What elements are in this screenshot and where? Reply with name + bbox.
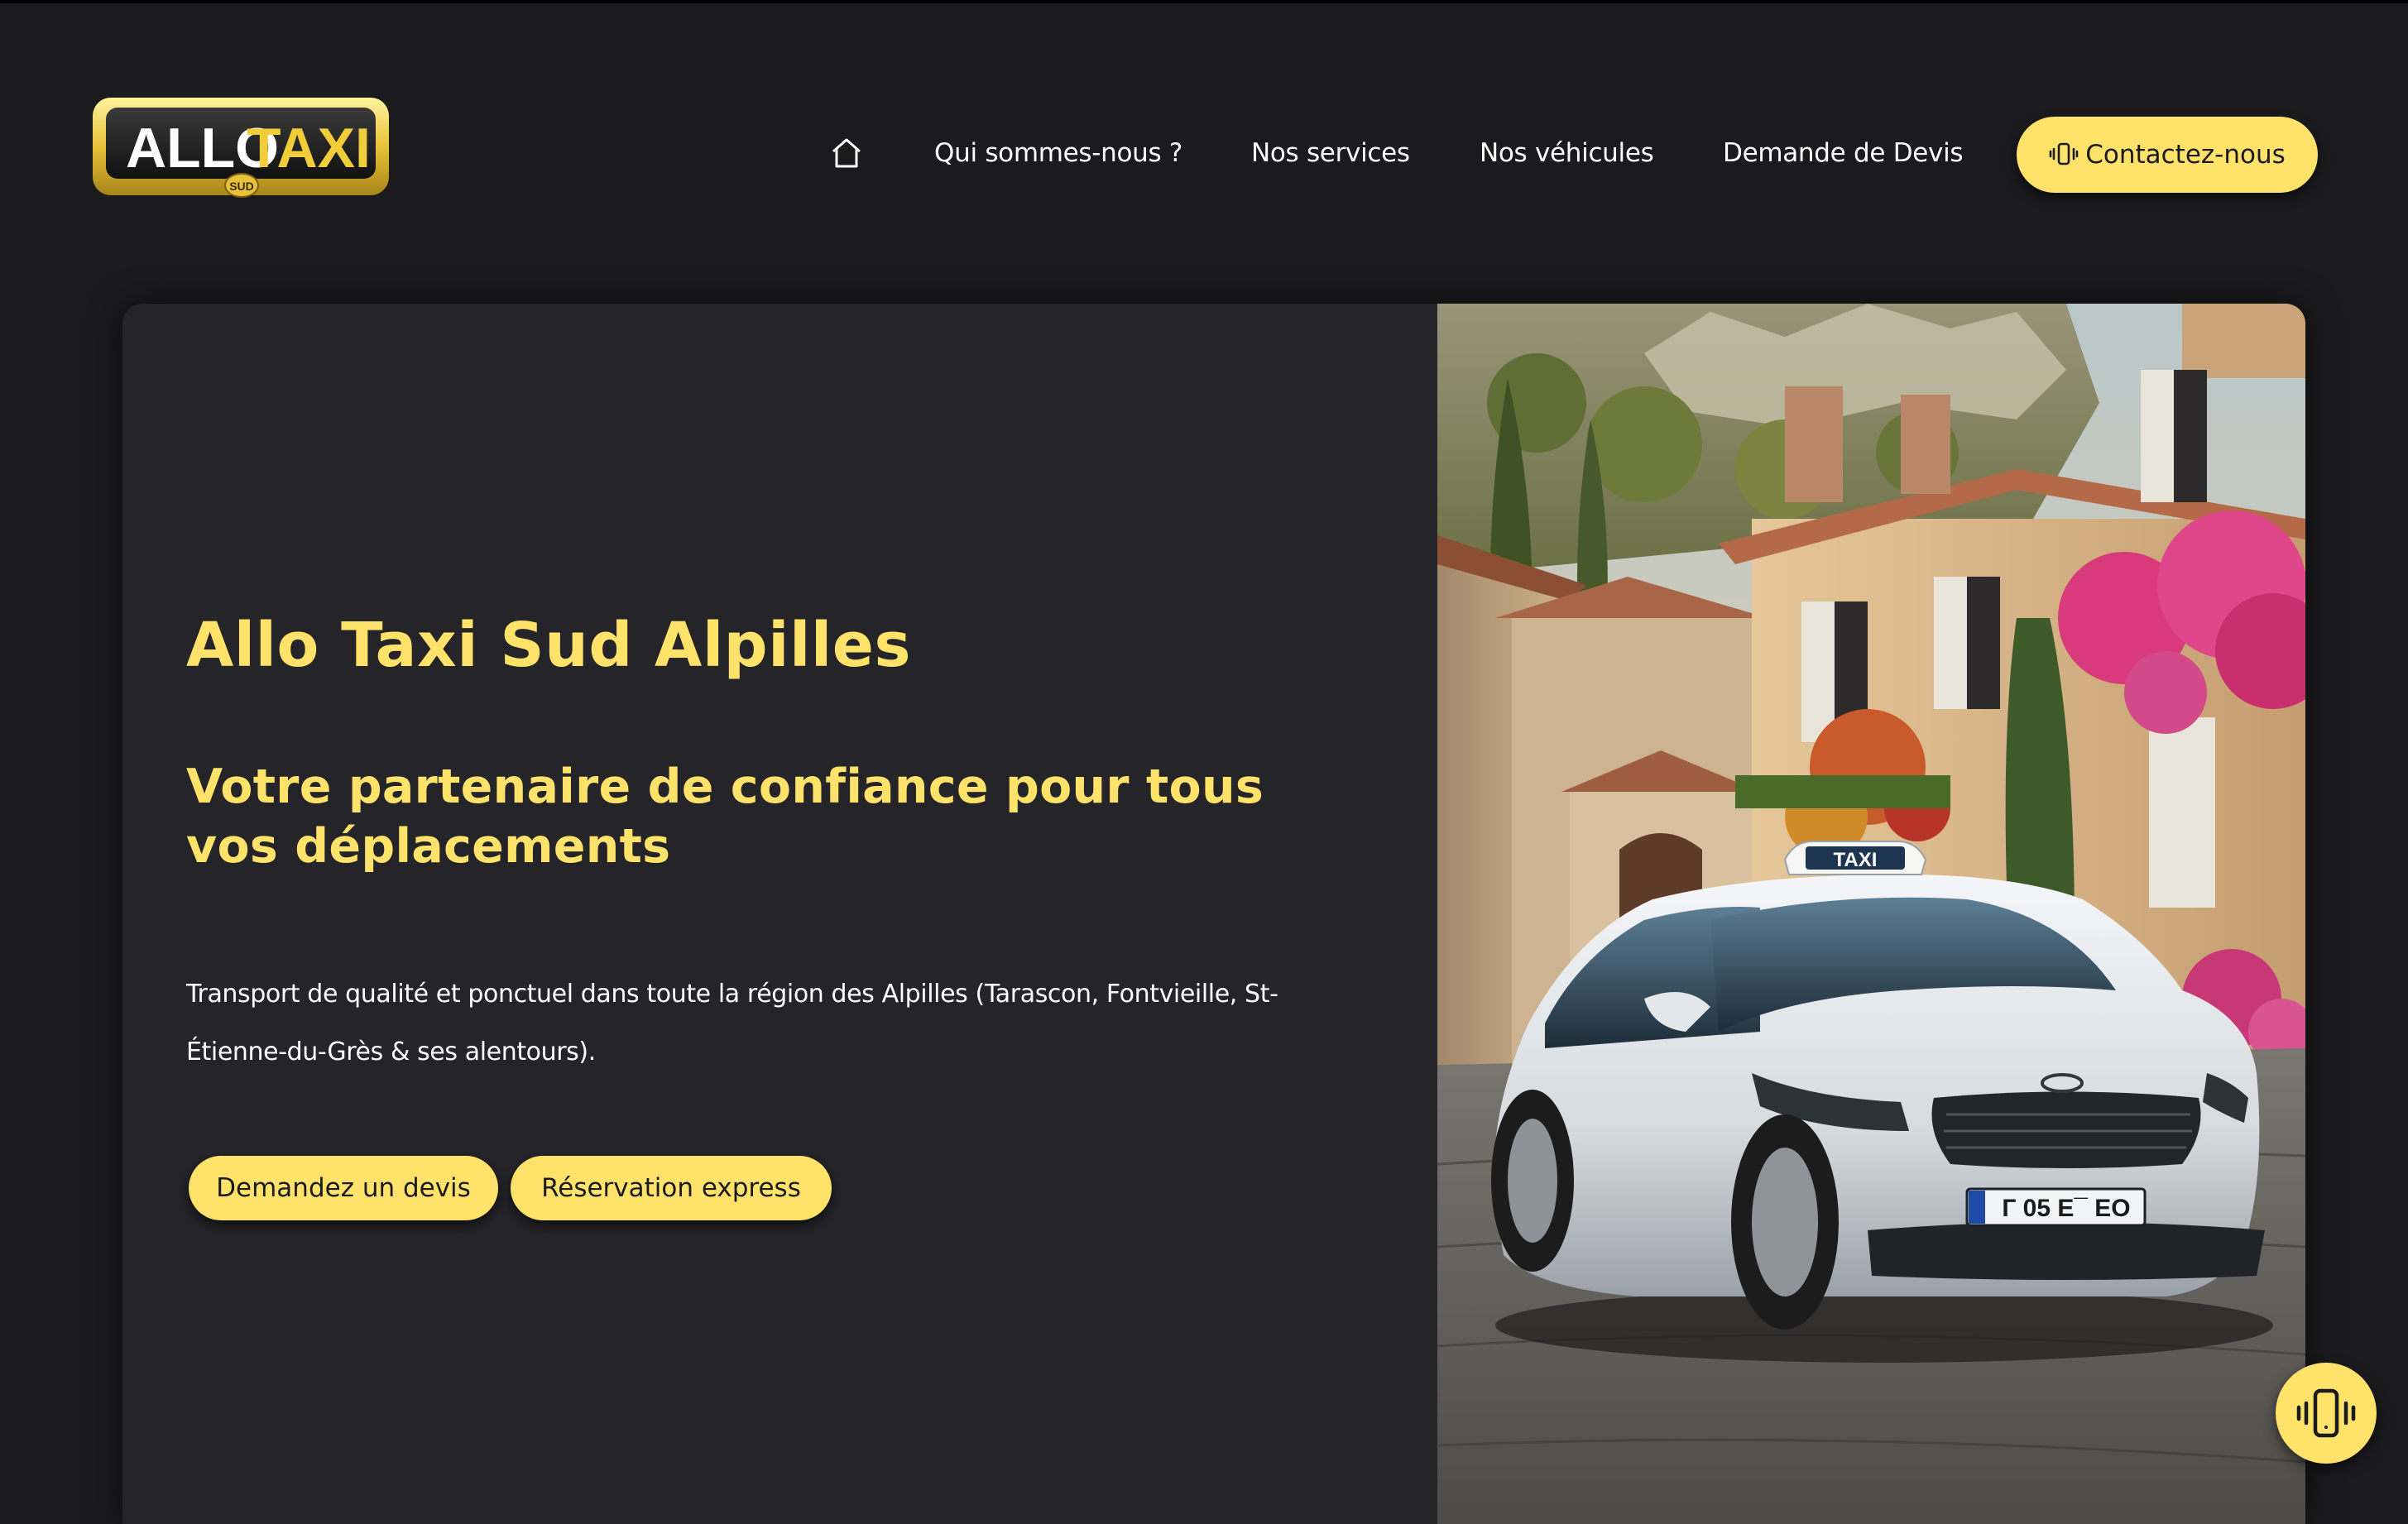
hero-subtitle: Votre partenaire de confiance pour tous … (186, 760, 1264, 874)
nav-link-qui-sommes-nous[interactable]: Qui sommes-nous ? (934, 113, 1182, 194)
express-booking-button[interactable]: Réservation express (511, 1156, 832, 1220)
nav-link-nos-vehicules[interactable]: Nos véhicules (1480, 113, 1654, 194)
taxi-sign-text: TAXI (1834, 849, 1878, 871)
nav-link-nos-services[interactable]: Nos services (1251, 113, 1410, 194)
license-plate-text: Г 05 E¯ EO (2002, 1195, 2130, 1222)
hero-title: Allo Taxi Sud Alpilles (186, 610, 911, 681)
hero-section: Allo Taxi Sud Alpilles Votre partenaire … (122, 304, 2305, 1524)
request-quote-button[interactable]: Demandez un devis (189, 1156, 498, 1220)
hero-description: Transport de qualité et ponctuel dans to… (186, 980, 1278, 1066)
floating-call-button[interactable] (2276, 1363, 2377, 1464)
nav-link-demande-de-devis[interactable]: Demande de Devis (1723, 113, 1964, 194)
contact-button[interactable]: Contactez-nous (2017, 117, 2318, 193)
phone-vibrate-icon (2049, 139, 2079, 169)
phone-vibrate-icon (2296, 1388, 2356, 1438)
home-icon[interactable] (827, 134, 866, 172)
contact-button-label: Contactez-nous (2085, 140, 2286, 170)
hero-image: Г 05 E¯ EO TAXI (1437, 304, 2305, 1524)
